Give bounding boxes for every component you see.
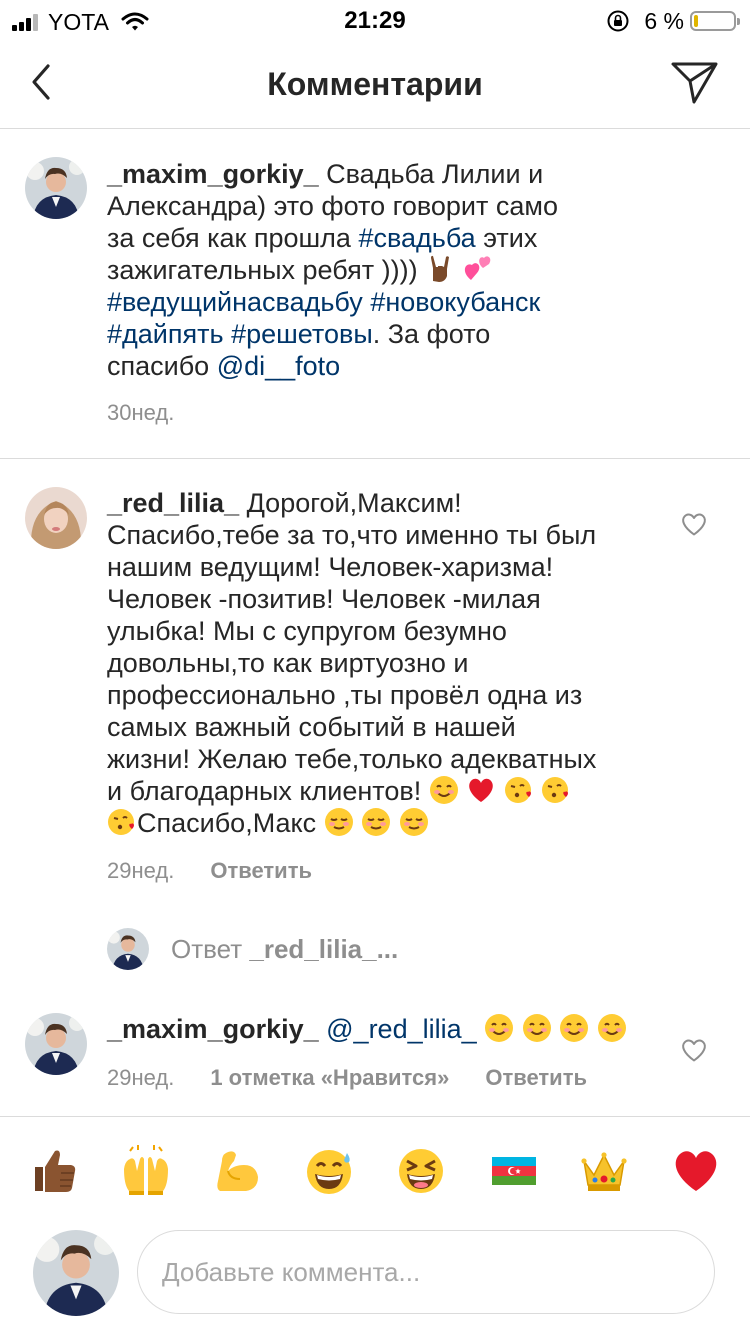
view-replies-label[interactable]: Ответ _red_lilia_...: [171, 934, 398, 965]
comment-text: Спасибо,Макс: [137, 808, 317, 838]
likes-count-link[interactable]: 1 отметка «Нравится»: [210, 1065, 449, 1091]
comment-username[interactable]: _maxim_gorkiy_: [107, 159, 319, 189]
battery-icon: [690, 11, 740, 31]
thumbs-up-emoji-button[interactable]: [29, 1145, 81, 1197]
reply-button[interactable]: Ответить: [485, 1065, 587, 1091]
status-right: 6 %: [606, 7, 740, 35]
two-hearts-emoji: [463, 254, 495, 284]
comment-input[interactable]: [137, 1230, 715, 1314]
rotation-lock-icon: [607, 10, 629, 32]
avatar-maxim[interactable]: [25, 157, 87, 219]
kissing-face-emoji: [107, 807, 137, 837]
comment-text: этих: [475, 223, 538, 253]
comment-input-row: [0, 1220, 750, 1334]
hashtag-link[interactable]: #решетовы: [231, 319, 373, 349]
comment-text: Свадьба Лилии и: [326, 159, 544, 189]
page-title: Комментарии: [267, 66, 483, 102]
view-replies-prefix: Ответ: [171, 933, 250, 964]
view-replies-row[interactable]: Ответ _red_lilia_...: [107, 928, 398, 970]
current-user-avatar: [33, 1230, 119, 1316]
nav-header: Комментарии: [0, 40, 750, 129]
comment-text: жизни! Желаю тебе,только адекватных: [107, 744, 597, 774]
smiling-face-emoji: [429, 775, 459, 805]
comment-username[interactable]: _red_lilia_: [107, 488, 239, 518]
crown-emoji-button[interactable]: [578, 1145, 630, 1197]
comment-timestamp: 29нед.: [107, 1065, 175, 1090]
kissing-face-emoji: [541, 775, 571, 805]
comment-text: улыбка! Мы с супругом безумно: [107, 616, 507, 646]
comment-text: зажигательных ребят )))): [107, 255, 418, 285]
azerbaijan-flag-emoji-button[interactable]: [488, 1145, 540, 1197]
comment-meta: 29нед. 1 отметка «Нравится» Ответить: [107, 1065, 587, 1091]
mention-link[interactable]: @di__foto: [217, 351, 341, 381]
caption-divider: [0, 458, 750, 459]
comment-text: профессионально ,ты провёл одна из: [107, 680, 583, 710]
reply-button[interactable]: Ответить: [210, 858, 312, 884]
comment-timestamp: 29нед.: [107, 858, 175, 883]
comment-meta: 29нед. Ответить: [107, 858, 312, 884]
smiling-face-emoji: [559, 1013, 589, 1043]
avatar-maxim[interactable]: [25, 1013, 87, 1075]
comment-text: и благодарных клиентов!: [107, 776, 422, 806]
comment-text: довольны,то как виртуозно и: [107, 648, 469, 678]
comment-meta: 30нед.: [107, 400, 174, 426]
comment-red-lilia: _red_lilia_ Дорогой,Максим! Спасибо,тебе…: [107, 487, 667, 839]
flexed-biceps-emoji-button[interactable]: [212, 1145, 264, 1197]
red-heart-emoji: [466, 775, 496, 805]
smiling-face-emoji: [484, 1013, 514, 1043]
comment-username[interactable]: _maxim_gorkiy_: [107, 1014, 319, 1044]
avatar-maxim-small: [107, 928, 149, 970]
comment-text: самых важный событий в нашей: [107, 712, 516, 742]
smiling-face-emoji: [522, 1013, 552, 1043]
comment-text: Александра) это фото говорит само: [107, 191, 558, 221]
comment-timestamp: 30нед.: [107, 400, 175, 425]
comment-text: нашим ведущим! Человек-харизма!: [107, 552, 554, 582]
avatar-red-lilia[interactable]: [25, 487, 87, 549]
send-direct-button[interactable]: [670, 60, 720, 106]
hashtag-link[interactable]: #ведущийнасвадьбу: [107, 287, 363, 317]
status-bar: YOTA 21:29 6 %: [0, 0, 750, 40]
comment-text: спасибо: [107, 351, 217, 381]
quick-emoji-bar: [0, 1116, 750, 1221]
grinning-sweat-emoji-button[interactable]: [303, 1145, 355, 1197]
hashtag-link[interactable]: #свадьба: [358, 223, 475, 253]
hashtag-link[interactable]: #новокубанск: [370, 287, 540, 317]
smiling-face-emoji: [597, 1013, 627, 1043]
comment-text: за себя как прошла: [107, 223, 359, 253]
mention-link[interactable]: @_red_lilia_: [326, 1014, 477, 1044]
relieved-face-emoji: [324, 807, 354, 837]
like-comment-heart-icon[interactable]: [680, 1037, 708, 1063]
relieved-face-emoji: [361, 807, 391, 837]
comment-text: Спасибо,тебе за то,что именно ты был: [107, 520, 597, 550]
hashtag-link[interactable]: #дайпять: [107, 319, 224, 349]
red-heart-emoji-button[interactable]: [670, 1145, 722, 1197]
squinting-laugh-emoji-button[interactable]: [395, 1145, 447, 1197]
view-replies-user: _red_lilia_...: [249, 933, 399, 964]
sign-of-horns-emoji: [425, 254, 455, 284]
kissing-face-emoji: [504, 775, 534, 805]
reply-comment: _maxim_gorkiy_ @_red_lilia_: [107, 1013, 667, 1045]
comment-text: Человек -позитив! Человек -милая: [107, 584, 541, 614]
like-comment-heart-icon[interactable]: [680, 511, 708, 537]
comment-text: . За фото: [372, 319, 491, 349]
battery-percent: 6 %: [644, 7, 684, 34]
raised-hands-emoji-button[interactable]: [120, 1145, 172, 1197]
comment-text: Дорогой,Максим!: [239, 488, 462, 518]
relieved-face-emoji: [399, 807, 429, 837]
caption-comment: _maxim_gorkiy_ Свадьба Лилии и Александр…: [107, 158, 667, 382]
